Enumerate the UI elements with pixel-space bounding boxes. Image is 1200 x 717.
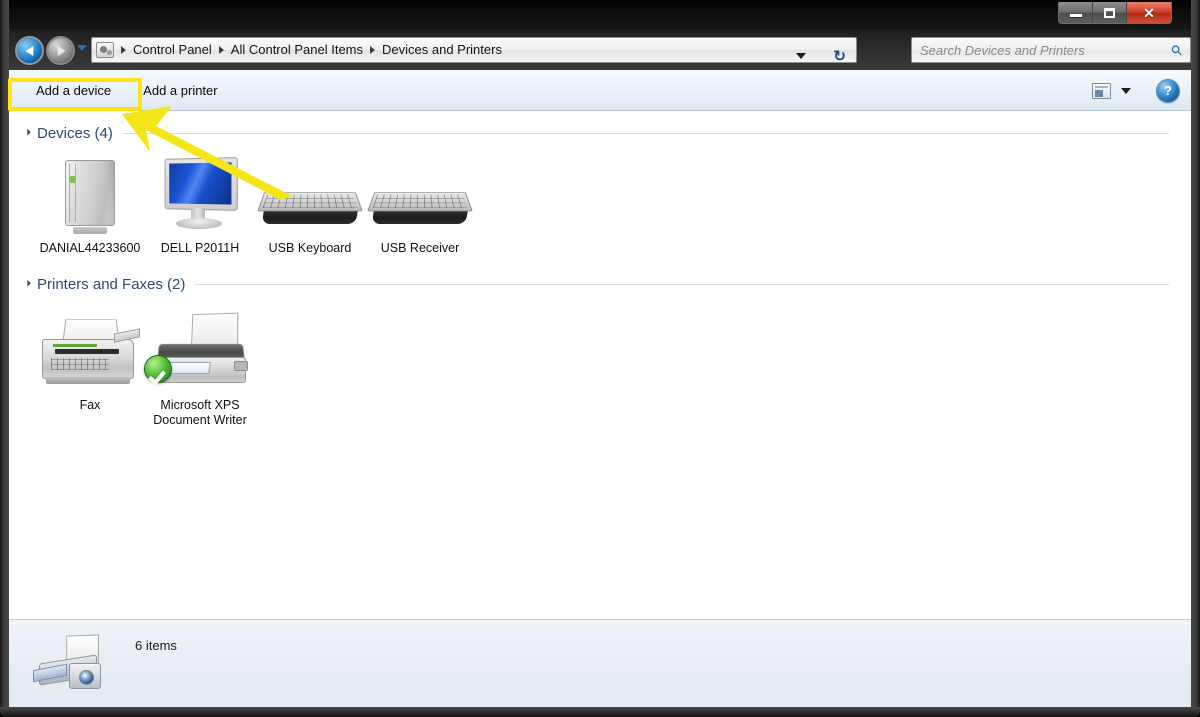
breadcrumb-separator-icon xyxy=(121,46,126,54)
help-icon[interactable]: ? xyxy=(1157,79,1179,102)
minimize-icon xyxy=(1069,14,1082,17)
devices-section-header[interactable]: Devices (4) xyxy=(9,125,1191,142)
search-input[interactable] xyxy=(912,42,1164,58)
keyboard-icon xyxy=(255,152,365,234)
search-icon: ⚲ xyxy=(1167,40,1186,59)
breadcrumb-all-control-panel-items[interactable]: All Control Panel Items xyxy=(229,38,365,62)
printers-section-title: Printers and Faxes (2) xyxy=(37,276,186,293)
add-a-device-button[interactable]: Add a device xyxy=(23,77,124,104)
explorer-window: ✕ Control Panel All Control Panel Items … xyxy=(0,0,1200,717)
maximize-icon xyxy=(1104,7,1115,18)
breadcrumb-separator-icon xyxy=(370,46,376,54)
refresh-icon[interactable]: ↻ xyxy=(833,49,846,64)
breadcrumb-control-panel[interactable]: Control Panel xyxy=(131,38,214,62)
close-icon: ✕ xyxy=(1143,4,1155,21)
device-tile-computer[interactable]: DANIAL44233600 xyxy=(35,152,145,256)
printer-tile-label: Fax xyxy=(79,398,101,412)
item-count-label: 6 items xyxy=(135,638,177,653)
collapse-triangle-icon[interactable] xyxy=(20,279,31,290)
device-tile-usb-receiver[interactable]: USB Receiver xyxy=(365,152,475,256)
monitor-icon xyxy=(158,152,242,234)
arrow-right-icon xyxy=(57,45,66,56)
printer-icon xyxy=(144,309,254,391)
toolbar-right-group: ? xyxy=(1092,70,1179,111)
printer-tile-fax[interactable]: Fax xyxy=(35,309,145,428)
device-tile-label: DELL P2011H xyxy=(160,241,240,255)
printer-tile-label-line1: Microsoft XPS xyxy=(160,398,240,412)
device-tile-label: USB Receiver xyxy=(380,241,460,255)
add-a-printer-button[interactable]: Add a printer xyxy=(130,77,230,104)
computer-tower-icon xyxy=(59,152,121,234)
section-divider xyxy=(122,133,1169,134)
devices-tile-grid: DANIAL44233600 DELL P2011H USB Keyboard … xyxy=(9,142,1191,256)
device-tile-label: DANIAL44233600 xyxy=(39,241,141,255)
collapse-triangle-icon[interactable] xyxy=(20,128,31,139)
content-pane: Devices (4) DANIAL44233600 DELL P2011H U… xyxy=(9,111,1191,619)
devices-section-title: Devices (4) xyxy=(37,125,113,142)
control-panel-icon xyxy=(96,42,114,58)
keyboard-icon xyxy=(365,152,475,234)
section-divider xyxy=(195,284,1169,285)
chevron-down-icon[interactable] xyxy=(1121,87,1131,94)
printer-tile-label-line2: Document Writer xyxy=(153,413,247,427)
forward-button[interactable] xyxy=(48,38,73,63)
printer-tile-label: Microsoft XPS Document Writer xyxy=(144,398,256,428)
window-frame-bottom xyxy=(0,707,1200,717)
printer-camera-icon xyxy=(31,633,111,695)
breadcrumb-separator-icon xyxy=(218,46,224,54)
device-tile-usb-keyboard[interactable]: USB Keyboard xyxy=(255,152,365,256)
address-dropdown-icon[interactable] xyxy=(796,53,806,59)
recent-pages-dropdown[interactable] xyxy=(77,45,87,51)
window-frame-right xyxy=(1191,0,1200,717)
breadcrumb-devices-and-printers[interactable]: Devices and Printers xyxy=(380,38,504,62)
window-frame-left xyxy=(0,0,9,717)
device-tile-monitor[interactable]: DELL P2011H xyxy=(145,152,255,256)
navigation-bar: Control Panel All Control Panel Items De… xyxy=(9,30,1191,70)
default-printer-check-icon xyxy=(144,355,172,383)
printers-tile-grid: Fax Microsoft XPS Document Writer xyxy=(9,293,1191,428)
back-button[interactable] xyxy=(17,38,42,63)
arrow-left-icon xyxy=(24,45,33,56)
printers-and-faxes-section-header[interactable]: Printers and Faxes (2) xyxy=(9,276,1191,293)
address-bar[interactable]: Control Panel All Control Panel Items De… xyxy=(91,37,857,64)
fax-icon xyxy=(38,309,142,391)
printer-tile-xps[interactable]: Microsoft XPS Document Writer xyxy=(144,309,256,428)
close-button[interactable]: ✕ xyxy=(1127,2,1171,23)
command-toolbar: Add a device Add a printer ? xyxy=(9,70,1191,111)
title-bar: ✕ xyxy=(0,0,1200,30)
device-tile-label: USB Keyboard xyxy=(268,241,352,255)
status-bar: 6 items xyxy=(9,619,1191,707)
search-box[interactable]: ⚲ xyxy=(911,37,1191,63)
minimize-button[interactable] xyxy=(1059,2,1093,23)
window-controls: ✕ xyxy=(1058,2,1172,24)
view-layout-icon[interactable] xyxy=(1092,82,1111,99)
maximize-button[interactable] xyxy=(1093,2,1127,23)
